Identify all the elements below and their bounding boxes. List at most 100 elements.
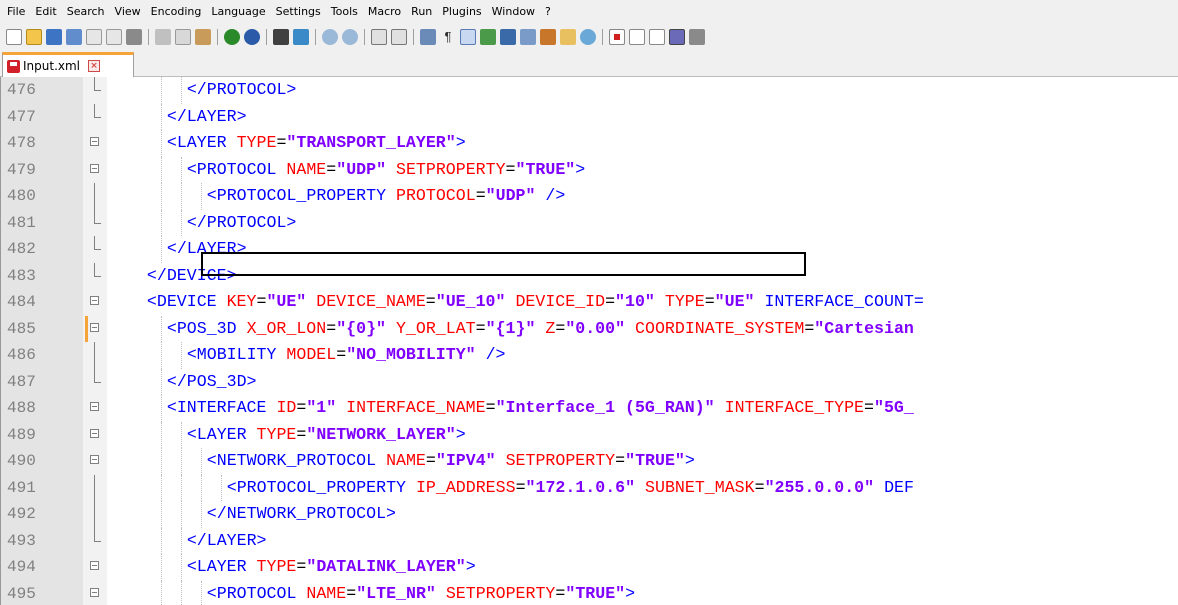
save-macro-icon[interactable]: [689, 29, 705, 45]
menu-item-settings[interactable]: Settings: [271, 0, 326, 24]
menu-item-tools[interactable]: Tools: [326, 0, 363, 24]
fold-end: [94, 249, 101, 250]
sync-horizontal-icon[interactable]: [391, 29, 407, 45]
code-line[interactable]: 492 </NETWORK_PROTOCOL>: [1, 501, 1178, 528]
line-number: 488: [7, 399, 36, 417]
run-macro-multiple-icon[interactable]: [669, 29, 685, 45]
copy-icon[interactable]: [175, 29, 191, 45]
stop-macro-icon[interactable]: [629, 29, 645, 45]
code-editor[interactable]: 476 </PROTOCOL> 477 </LAYER> 478 <LAYER TYPE=…: [0, 77, 1178, 605]
print-icon[interactable]: [126, 29, 142, 45]
code-line[interactable]: 490 <NETWORK_PROTOCOL NAME="IPV4" SETPROP…: [1, 448, 1178, 475]
menu-item--[interactable]: ?: [540, 0, 556, 24]
line-number: 477: [7, 107, 36, 126]
code-line[interactable]: 495 <PROTOCOL NAME="LTE_NR" SETPROPERTY="…: [1, 580, 1178, 605]
fold-toggle-icon[interactable]: [90, 163, 99, 173]
code-line[interactable]: 478 <LAYER TYPE="TRANSPORT_LAYER">: [1, 130, 1178, 157]
folder-workspace-icon[interactable]: [560, 29, 576, 45]
indent-guide: [160, 501, 162, 528]
change-marker: [85, 315, 88, 342]
indent-guide: [200, 448, 202, 475]
fold-toggle-icon[interactable]: [90, 402, 99, 411]
replace-icon[interactable]: [293, 29, 309, 45]
indent-guide: [160, 209, 162, 236]
new-file-icon[interactable]: [6, 29, 22, 45]
sync-vertical-icon[interactable]: [371, 29, 387, 45]
fold-toggle-icon[interactable]: [90, 137, 99, 146]
indent-guide: [160, 156, 162, 183]
menu-item-view[interactable]: View: [110, 0, 146, 24]
paste-icon[interactable]: [195, 29, 211, 45]
menu-item-run[interactable]: Run: [406, 0, 437, 24]
toolbar-separator: [413, 29, 414, 45]
close-tab-button[interactable]: ×: [88, 60, 101, 72]
save-all-icon[interactable]: [66, 29, 82, 45]
record-macro-icon[interactable]: [609, 29, 625, 45]
code-line[interactable]: 481 </PROTOCOL>: [1, 209, 1178, 236]
code-text: </LAYER>: [186, 530, 267, 550]
code-line[interactable]: 489 <LAYER TYPE="NETWORK_LAYER">: [1, 421, 1178, 448]
indent-guide: [180, 183, 182, 210]
tab-input-xml[interactable]: Input.xml ×: [2, 52, 134, 77]
code-text: <NETWORK_PROTOCOL NAME="IPV4" SETPROPERT…: [206, 451, 695, 470]
menu-item-plugins[interactable]: Plugins: [437, 0, 486, 24]
code-line[interactable]: 493 </LAYER>: [1, 527, 1178, 554]
code-line[interactable]: 484 <DEVICE KEY="UE" DEVICE_NAME="UE_10" …: [1, 289, 1178, 316]
menu-item-edit[interactable]: Edit: [30, 0, 61, 24]
close-icon[interactable]: [86, 29, 102, 45]
code-line[interactable]: 479 <PROTOCOL NAME="UDP" SETPROPERTY="TRU…: [1, 156, 1178, 183]
indent-guide: [180, 209, 182, 236]
fold-end: [94, 90, 101, 91]
function-list-icon[interactable]: [540, 29, 556, 45]
menu-item-window[interactable]: Window: [487, 0, 540, 24]
user-language-icon[interactable]: [480, 29, 496, 45]
line-number: 481: [7, 213, 36, 232]
show-all-characters-icon[interactable]: ¶: [440, 29, 456, 45]
fold-toggle-icon[interactable]: [90, 587, 99, 597]
fold-toggle-icon[interactable]: [90, 455, 99, 464]
menu-item-encoding[interactable]: Encoding: [146, 0, 207, 24]
fold-line: [94, 209, 95, 223]
toolbar-separator: [217, 29, 218, 45]
code-line[interactable]: 491 <PROTOCOL_PROPERTY IP_ADDRESS="172.1.…: [1, 474, 1178, 502]
indent-guide: [200, 580, 202, 605]
menu-item-search[interactable]: Search: [62, 0, 110, 24]
code-line[interactable]: 480 <PROTOCOL_PROPERTY PROTOCOL="UDP" />: [1, 183, 1178, 210]
save-icon[interactable]: [46, 29, 62, 45]
menu-item-language[interactable]: Language: [206, 0, 270, 24]
indent-guide: [160, 368, 162, 395]
code-text: </LAYER>: [166, 106, 247, 126]
fold-toggle-icon[interactable]: [90, 322, 99, 332]
zoom-out-icon[interactable]: [342, 29, 358, 45]
code-line[interactable]: 488 <INTERFACE ID="1" INTERFACE_NAME="Int…: [1, 395, 1178, 422]
zoom-in-icon[interactable]: [322, 29, 338, 45]
play-macro-icon[interactable]: [649, 29, 665, 45]
line-number: 478: [7, 134, 36, 152]
indent-guide-icon[interactable]: [460, 29, 476, 45]
word-wrap-icon[interactable]: [420, 29, 436, 45]
document-list-icon[interactable]: [520, 29, 536, 45]
menu-item-macro[interactable]: Macro: [363, 0, 406, 24]
indent-guide: [180, 448, 182, 475]
fold-toggle-icon[interactable]: [90, 561, 99, 570]
find-icon[interactable]: [273, 29, 289, 45]
open-file-icon[interactable]: [26, 29, 42, 45]
code-line[interactable]: 476 </PROTOCOL>: [1, 77, 1178, 104]
code-text: </PROTOCOL>: [186, 80, 297, 99]
undo-icon[interactable]: [224, 29, 240, 45]
fold-toggle-icon[interactable]: [90, 428, 99, 438]
code-line[interactable]: 487 </POS_3D>: [1, 368, 1178, 395]
code-line[interactable]: 485 <POS_3D X_OR_LON="{0}" Y_OR_LAT="{1}"…: [1, 315, 1178, 342]
monitoring-icon[interactable]: [580, 29, 596, 45]
menu-item-file[interactable]: File: [0, 0, 30, 24]
indent-guide: [180, 421, 182, 448]
redo-icon[interactable]: [244, 29, 260, 45]
document-map-icon[interactable]: [500, 29, 516, 45]
close-all-icon[interactable]: [106, 29, 122, 45]
code-line[interactable]: 486 <MOBILITY MODEL="NO_MOBILITY" />: [1, 342, 1178, 369]
cut-icon[interactable]: [155, 29, 171, 45]
code-line[interactable]: 477 </LAYER>: [1, 103, 1178, 130]
unsaved-file-icon: [7, 59, 20, 73]
code-line[interactable]: 494 <LAYER TYPE="DATALINK_LAYER">: [1, 554, 1178, 581]
fold-toggle-icon[interactable]: [90, 296, 99, 305]
